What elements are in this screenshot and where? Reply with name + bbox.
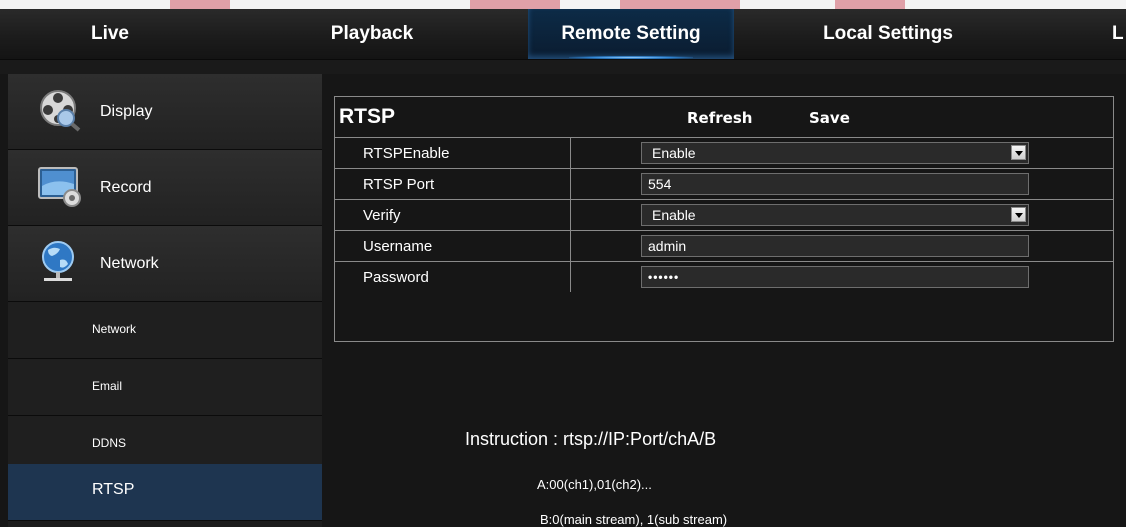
- sidebar-item-record[interactable]: Record: [8, 150, 322, 226]
- refresh-button[interactable]: Refresh: [687, 109, 752, 127]
- sidebar-item-label: Network: [100, 255, 159, 272]
- watermark-fragment: [835, 0, 905, 9]
- rtsp-instruction: Instruction : rtsp://IP:Port/chA/B: [465, 429, 717, 449]
- watermark-fragment: [470, 0, 560, 9]
- verify-label: Verify: [363, 207, 401, 224]
- column-divider: [570, 231, 571, 261]
- sidebar-item-label: Display: [100, 103, 153, 120]
- form-row-verify: Verify Enable: [335, 199, 1113, 230]
- form-row-rtsp-port: RTSP Port 554: [335, 168, 1113, 199]
- page: Live Playback Remote Setting Local Setti…: [0, 0, 1126, 527]
- tab-remote-setting-label: Remote Setting: [561, 23, 701, 44]
- tab-remote-setting[interactable]: Remote Setting: [528, 9, 734, 59]
- rtsp-enable-value: Enable: [652, 145, 696, 161]
- panel-title: RTSP: [339, 105, 396, 128]
- sidebar-item-label: Record: [100, 179, 152, 196]
- tab-playback[interactable]: Playback: [322, 9, 422, 59]
- rtsp-instruction-stream: B:0(main stream), 1(sub stream): [540, 512, 728, 527]
- sidebar-item-label: DDNS: [92, 436, 127, 450]
- sidebar-item-label: Network: [92, 322, 137, 336]
- sidebar-item-network[interactable]: Network: [8, 226, 322, 302]
- sidebar-subitem-network[interactable]: Network: [8, 302, 322, 359]
- film-reel-icon: [40, 90, 81, 132]
- username-input[interactable]: admin: [641, 235, 1029, 257]
- rtsp-settings-panel: RTSP Refresh Save RTSPEnable Enable RTSP…: [334, 96, 1114, 342]
- sidebar-subitem-rtsp[interactable]: RTSP: [8, 464, 322, 521]
- top-strip: [0, 0, 1126, 9]
- rtsp-port-input[interactable]: 554: [641, 173, 1029, 195]
- active-tab-glow: [569, 56, 693, 59]
- watermark-fragment: [170, 0, 230, 9]
- watermark-fragment: [620, 0, 740, 9]
- chevron-down-icon[interactable]: [1011, 145, 1026, 160]
- sidebar-item-label: RTSP: [92, 481, 135, 498]
- form-row-username: Username admin: [335, 230, 1113, 261]
- tab-logout-partial[interactable]: L: [1112, 9, 1126, 59]
- rtsp-instruction-channel: A:00(ch1),01(ch2)...: [537, 477, 652, 492]
- form-row-password: Password ••••••: [335, 261, 1113, 292]
- monitor-record-icon: [38, 167, 81, 207]
- verify-select[interactable]: Enable: [641, 204, 1029, 226]
- column-divider: [570, 169, 571, 199]
- verify-value: Enable: [652, 207, 696, 223]
- save-button[interactable]: Save: [809, 109, 850, 127]
- main-nav: Live Playback Remote Setting Local Setti…: [0, 9, 1126, 60]
- tab-live[interactable]: Live: [70, 9, 150, 59]
- rtsp-port-label: RTSP Port: [363, 176, 435, 193]
- rtsp-enable-select[interactable]: Enable: [641, 142, 1029, 164]
- column-divider: [570, 262, 571, 292]
- form-row-rtsp-enable: RTSPEnable Enable: [335, 137, 1113, 168]
- sidebar: Display Record Network Network Email DDN…: [8, 74, 322, 527]
- password-input[interactable]: ••••••: [641, 266, 1029, 288]
- rtsp-enable-label: RTSPEnable: [363, 145, 450, 162]
- username-label: Username: [363, 238, 433, 255]
- column-divider: [570, 200, 571, 230]
- rtsp-form: RTSPEnable Enable RTSP Port 554 Verify E…: [335, 137, 1113, 292]
- sidebar-subitem-email[interactable]: Email: [8, 359, 322, 416]
- tab-local-settings[interactable]: Local Settings: [808, 9, 968, 59]
- globe-network-icon: [42, 241, 74, 281]
- chevron-down-icon[interactable]: [1011, 207, 1026, 222]
- nav-separator-band: [0, 60, 1126, 74]
- sidebar-item-display[interactable]: Display: [8, 74, 322, 150]
- column-divider: [570, 138, 571, 168]
- sidebar-item-label: Email: [92, 379, 123, 393]
- password-label: Password: [363, 269, 429, 286]
